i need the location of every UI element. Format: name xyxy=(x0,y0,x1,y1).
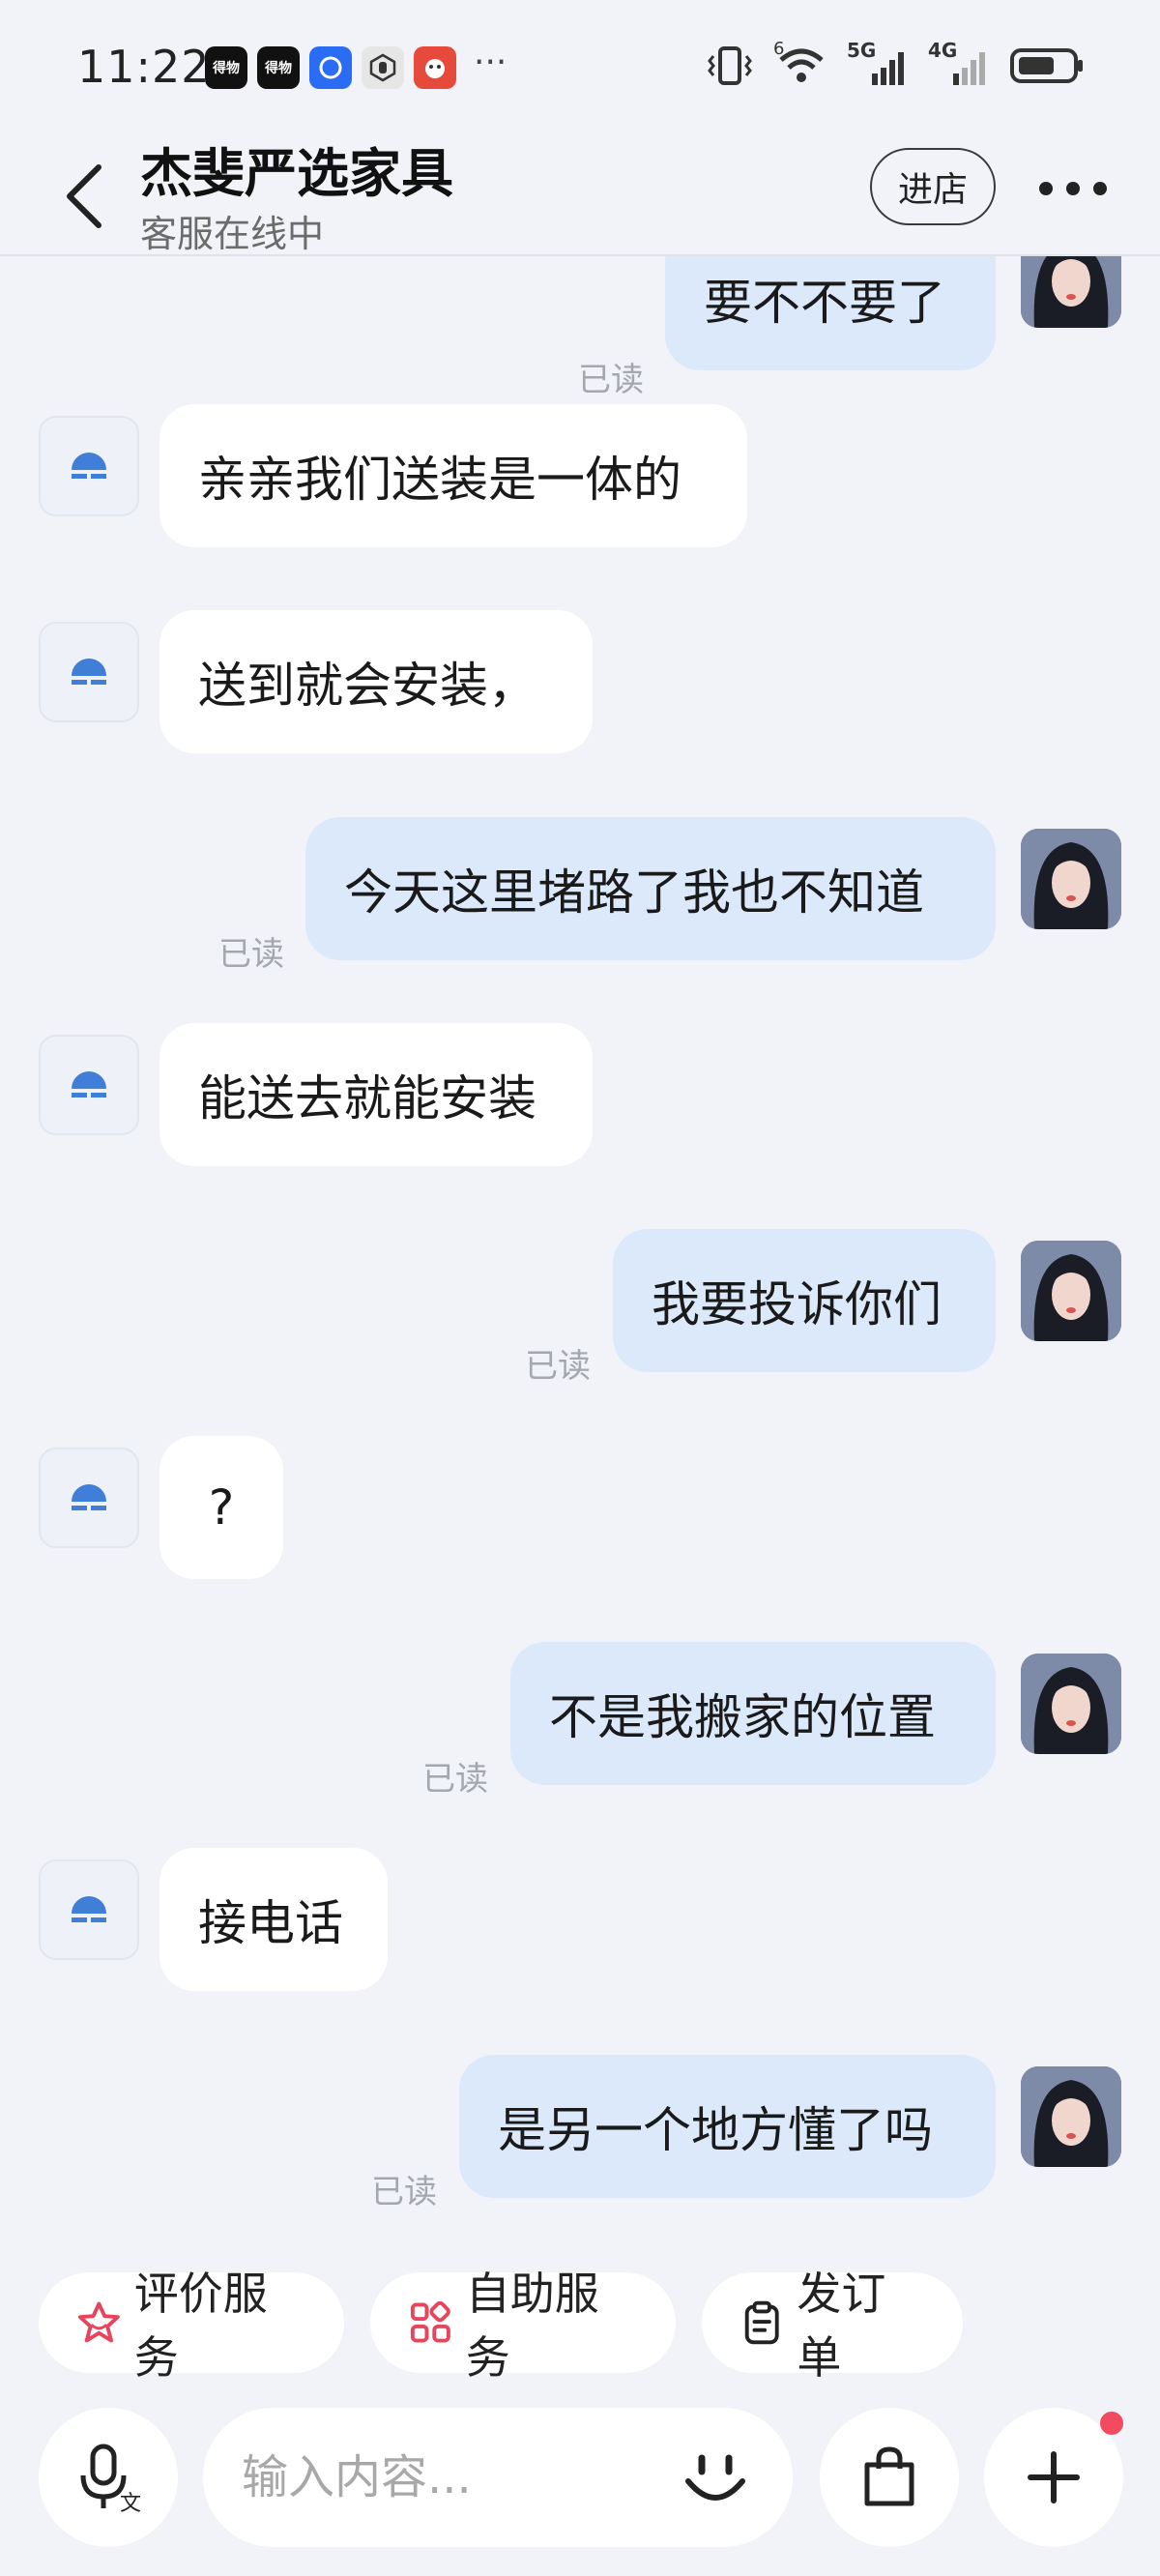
shop-logo-icon xyxy=(72,1071,106,1098)
online-status: 客服在线中 xyxy=(140,213,325,255)
chat-header: 杰斐严选家具 客服在线中 进店 xyxy=(0,131,1160,256)
microphone-translate-icon: 文 xyxy=(80,2444,141,2516)
message-bubble[interactable]: 亲亲我们送装是一体的 xyxy=(160,404,747,547)
message-bubble[interactable]: 接电话 xyxy=(160,1848,388,1991)
quick-action-label: 评价服务 xyxy=(133,2268,268,2384)
send-order-button[interactable]: 发订单 xyxy=(702,2268,963,2384)
quick-action-label: 发订单 xyxy=(797,2268,886,2384)
message-input[interactable] xyxy=(242,2448,648,2506)
svg-text:文: 文 xyxy=(120,2492,141,2516)
agent-avatar[interactable] xyxy=(39,1859,139,1960)
agent-avatar[interactable] xyxy=(39,622,139,722)
more-options-button[interactable] xyxy=(1034,169,1112,208)
message-row: ? xyxy=(0,1436,1160,1602)
signal-5g-icon: 5G xyxy=(847,39,911,87)
chevron-left-icon xyxy=(67,164,102,228)
message-bubble[interactable]: 要不不要了 xyxy=(665,256,996,370)
hand-app-icon xyxy=(362,46,404,89)
grid-icon xyxy=(410,2300,450,2343)
user-avatar[interactable] xyxy=(1021,829,1121,929)
notification-dot xyxy=(1100,2412,1123,2435)
message-row: 已读 今天这里堵路了我也不知道 xyxy=(0,817,1160,983)
self-service-button[interactable]: 自助服务 xyxy=(370,2268,676,2384)
message-bubble[interactable]: 送到就会安装， xyxy=(160,610,593,753)
signal-4g-icon: 4G xyxy=(928,39,992,87)
back-button[interactable] xyxy=(58,158,112,235)
dewu-app-icon: 得物 xyxy=(257,46,300,89)
status-bar: 11:22 得物 得物 ··· 6 5G 4G xyxy=(0,0,1160,131)
message-row: 已读 要不不要了 xyxy=(0,256,1160,399)
user-avatar[interactable] xyxy=(1021,256,1121,328)
read-receipt: 已读 xyxy=(218,935,284,974)
status-time: 11:22 xyxy=(77,41,211,93)
page-title[interactable]: 杰斐严选家具 xyxy=(140,131,453,207)
smile-icon xyxy=(685,2454,745,2501)
agent-avatar[interactable] xyxy=(39,1448,139,1548)
vibrate-icon xyxy=(708,46,752,85)
message-bubble[interactable]: 是另一个地方懂了吗 xyxy=(459,2055,996,2198)
agent-avatar[interactable] xyxy=(39,1035,139,1135)
message-list[interactable]: 已读 要不不要了 亲亲我们送装是一体的 送到就会安装， 已读 今天这里堵路了我也… xyxy=(0,256,1160,2268)
wifi-icon: 6 xyxy=(773,39,829,87)
user-avatar[interactable] xyxy=(1021,1654,1121,1754)
shop-logo-icon xyxy=(72,453,106,479)
input-bar: 文 xyxy=(0,2408,1160,2576)
shop-logo-icon xyxy=(72,659,106,685)
emoji-button[interactable] xyxy=(677,2439,754,2516)
app-notification-icon xyxy=(309,46,352,89)
message-row: 已读 我要投诉你们 xyxy=(0,1229,1160,1395)
read-receipt: 已读 xyxy=(371,2173,437,2211)
message-bubble[interactable]: 能送去就能安装 xyxy=(160,1023,593,1166)
read-receipt: 已读 xyxy=(525,1347,591,1386)
star-icon xyxy=(77,2301,120,2343)
shop-logo-icon xyxy=(72,1484,106,1510)
message-row: 亲亲我们送装是一体的 xyxy=(0,404,1160,571)
user-avatar[interactable] xyxy=(1021,2066,1121,2167)
message-bubble[interactable]: ? xyxy=(160,1436,283,1579)
status-indicators: 6 5G 4G xyxy=(704,39,1087,87)
shop-logo-icon xyxy=(72,1896,106,1922)
battery-icon xyxy=(1010,48,1083,83)
rate-service-button[interactable]: 评价服务 xyxy=(39,2268,344,2384)
agent-avatar[interactable] xyxy=(39,416,139,516)
shopping-bag-icon xyxy=(864,2446,914,2506)
product-button[interactable] xyxy=(820,2408,959,2547)
message-row: 能送去就能安装 xyxy=(0,1023,1160,1189)
message-row: 接电话 xyxy=(0,1848,1160,2014)
message-bubble[interactable]: 今天这里堵路了我也不知道 xyxy=(305,817,996,960)
voice-input-button[interactable]: 文 xyxy=(39,2408,178,2547)
message-row: 送到就会安装， xyxy=(0,610,1160,776)
read-receipt: 已读 xyxy=(578,361,644,399)
message-input-container[interactable] xyxy=(203,2408,793,2547)
enter-shop-button[interactable]: 进店 xyxy=(870,148,996,225)
user-avatar[interactable] xyxy=(1021,1241,1121,1341)
quick-action-label: 自助服务 xyxy=(465,2268,599,2384)
more-dots-icon xyxy=(1039,182,1107,195)
game-app-icon xyxy=(414,46,456,89)
notification-icons: 得物 得物 xyxy=(205,46,456,89)
message-row: 已读 不是我搬家的位置 xyxy=(0,1642,1160,1808)
clipboard-icon xyxy=(744,2300,779,2345)
more-notifications-icon: ··· xyxy=(474,43,508,82)
plus-icon xyxy=(1028,2451,1080,2503)
message-bubble[interactable]: 不是我搬家的位置 xyxy=(510,1642,996,1785)
message-row: 已读 是另一个地方懂了吗 xyxy=(0,2055,1160,2231)
message-bubble[interactable]: 我要投诉你们 xyxy=(613,1229,996,1372)
read-receipt: 已读 xyxy=(422,1760,488,1799)
dewu-app-icon: 得物 xyxy=(205,46,247,89)
